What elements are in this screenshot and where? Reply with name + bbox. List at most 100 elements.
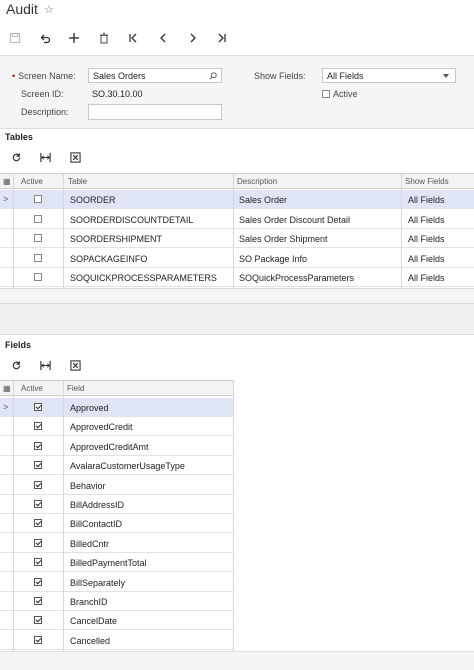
- field-name-cell: Approved: [70, 403, 109, 413]
- active-checkbox[interactable]: [34, 253, 42, 262]
- description-input[interactable]: [88, 104, 222, 120]
- field-row[interactable]: BilledPaymentTotal: [0, 553, 234, 573]
- refresh-icon[interactable]: [9, 358, 23, 372]
- active-checkbox[interactable]: [34, 538, 42, 547]
- field-row[interactable]: > Approved: [0, 398, 234, 417]
- screen-id-value: SO.30.10.00: [92, 89, 143, 99]
- show-fields-cell: All Fields: [408, 214, 445, 225]
- fields-footer: [0, 651, 474, 670]
- current-row-indicator: >: [3, 194, 9, 204]
- add-icon[interactable]: [65, 29, 83, 47]
- field-row[interactable]: AvalaraCustomerUsageType: [0, 456, 234, 476]
- field-row[interactable]: BillContactID: [0, 514, 234, 534]
- active-checkbox[interactable]: [34, 422, 42, 431]
- grid-divider: [13, 173, 14, 289]
- column-header-show-fields[interactable]: Show Fields: [405, 177, 449, 186]
- active-checkbox[interactable]: [34, 441, 42, 450]
- table-row[interactable]: SOPACKAGEINFO SO Package Info All Fields: [0, 249, 474, 268]
- show-fields-cell: All Fields: [408, 195, 445, 205]
- page-title: Audit: [6, 1, 38, 17]
- field-row[interactable]: BillSeparately: [0, 573, 234, 592]
- next-icon[interactable]: [184, 29, 202, 47]
- star-icon[interactable]: ☆: [44, 3, 54, 16]
- active-checkbox[interactable]: [34, 214, 42, 223]
- description-cell: Sales Order Discount Detail: [239, 214, 351, 225]
- field-name-cell: Cancelled: [70, 635, 111, 646]
- table-name-cell: SOORDERSHIPMENT: [70, 234, 163, 244]
- description-label: Description:: [21, 107, 69, 117]
- field-name-cell: BilledPaymentTotal: [70, 558, 147, 569]
- table-row[interactable]: SOQUICKPROCESSPARAMETERS SOQuickProcessPa…: [0, 268, 474, 287]
- field-row[interactable]: CancelDate: [0, 611, 234, 631]
- active-checkbox[interactable]: [34, 500, 42, 508]
- search-icon[interactable]: [209, 72, 217, 80]
- active-checkbox[interactable]: [34, 558, 42, 567]
- column-header-field[interactable]: Field: [67, 384, 84, 393]
- active-checkbox[interactable]: [34, 597, 42, 605]
- grid-divider: [63, 380, 64, 651]
- excel-export-icon[interactable]: [68, 150, 82, 164]
- field-name-cell: CancelDate: [70, 616, 118, 627]
- table-row[interactable]: SOORDERSHIPMENT Sales Order Shipment All F…: [0, 229, 474, 248]
- field-row[interactable]: BranchID: [0, 592, 234, 611]
- table-row[interactable]: > SOORDER Sales Order All Fields: [0, 190, 474, 209]
- delete-icon[interactable]: [95, 29, 113, 47]
- refresh-icon[interactable]: [9, 150, 23, 164]
- table-name-cell: SOPACKAGEINFO: [70, 253, 148, 264]
- grid-divider: [401, 173, 402, 289]
- tables-section-title: Tables: [5, 132, 33, 142]
- grid-divider: [233, 380, 234, 651]
- column-header-active[interactable]: Active: [21, 177, 43, 186]
- column-header-description[interactable]: Description: [237, 177, 277, 186]
- screen-name-input[interactable]: Sales Orders: [88, 68, 222, 83]
- active-checkbox[interactable]: [322, 90, 330, 98]
- field-row[interactable]: BilledCntr: [0, 534, 234, 553]
- active-checkbox[interactable]: [34, 461, 42, 470]
- field-row[interactable]: ApprovedCredit: [0, 417, 234, 437]
- grid-divider: [63, 173, 64, 289]
- field-row[interactable]: ApprovedCreditAmt: [0, 437, 234, 456]
- active-checkbox[interactable]: [34, 577, 42, 586]
- grid-settings-icon[interactable]: ▦: [3, 177, 11, 186]
- previous-icon[interactable]: [154, 29, 172, 47]
- active-checkbox[interactable]: [34, 519, 42, 528]
- table-name-cell: SOORDER: [70, 195, 116, 205]
- field-name-cell: BillAddressID: [70, 500, 125, 510]
- grid-divider: [13, 380, 14, 651]
- active-checkbox[interactable]: [34, 273, 42, 281]
- show-fields-select[interactable]: All Fields: [322, 68, 456, 83]
- field-row[interactable]: Behavior: [0, 476, 234, 495]
- description-cell: Sales Order Shipment: [239, 234, 328, 244]
- excel-export-icon[interactable]: [68, 358, 82, 372]
- field-name-cell: AvalaraCustomerUsageType: [70, 461, 185, 472]
- field-row[interactable]: Cancelled: [0, 631, 234, 650]
- show-fields-label: Show Fields:: [254, 71, 306, 81]
- field-name-cell: ApprovedCreditAmt: [70, 441, 149, 452]
- form-divider: [0, 128, 474, 129]
- column-header-table[interactable]: Table: [68, 177, 87, 186]
- active-checkbox[interactable]: [34, 403, 42, 411]
- active-checkbox[interactable]: [34, 616, 42, 625]
- active-checkbox[interactable]: [34, 480, 42, 489]
- last-icon[interactable]: [213, 29, 231, 47]
- active-checkbox[interactable]: [34, 234, 42, 242]
- first-icon[interactable]: [124, 29, 142, 47]
- active-checkbox[interactable]: [34, 635, 42, 644]
- show-fields-cell: All Fields: [408, 253, 445, 264]
- table-name-cell: SOQUICKPROCESSPARAMETERS: [70, 273, 217, 283]
- show-fields-cell: All Fields: [408, 273, 445, 283]
- grid-settings-icon[interactable]: ▦: [3, 384, 11, 393]
- field-row[interactable]: BillAddressID: [0, 495, 234, 514]
- fit-columns-icon[interactable]: [38, 358, 52, 372]
- table-row[interactable]: SOORDERDISCOUNTDETAIL Sales Order Discoun…: [0, 210, 474, 229]
- active-checkbox[interactable]: [34, 195, 42, 203]
- field-name-cell: ApprovedCredit: [70, 422, 133, 433]
- column-header-active[interactable]: Active: [21, 384, 43, 393]
- field-name-cell: BranchID: [70, 597, 108, 607]
- screen-id-label: Screen ID:: [21, 89, 64, 99]
- fit-columns-icon[interactable]: [38, 150, 52, 164]
- undo-icon[interactable]: [36, 29, 54, 47]
- fields-grid-header: ▦ Active Field: [0, 380, 234, 396]
- splitter[interactable]: [0, 303, 474, 335]
- current-row-indicator: >: [3, 402, 9, 412]
